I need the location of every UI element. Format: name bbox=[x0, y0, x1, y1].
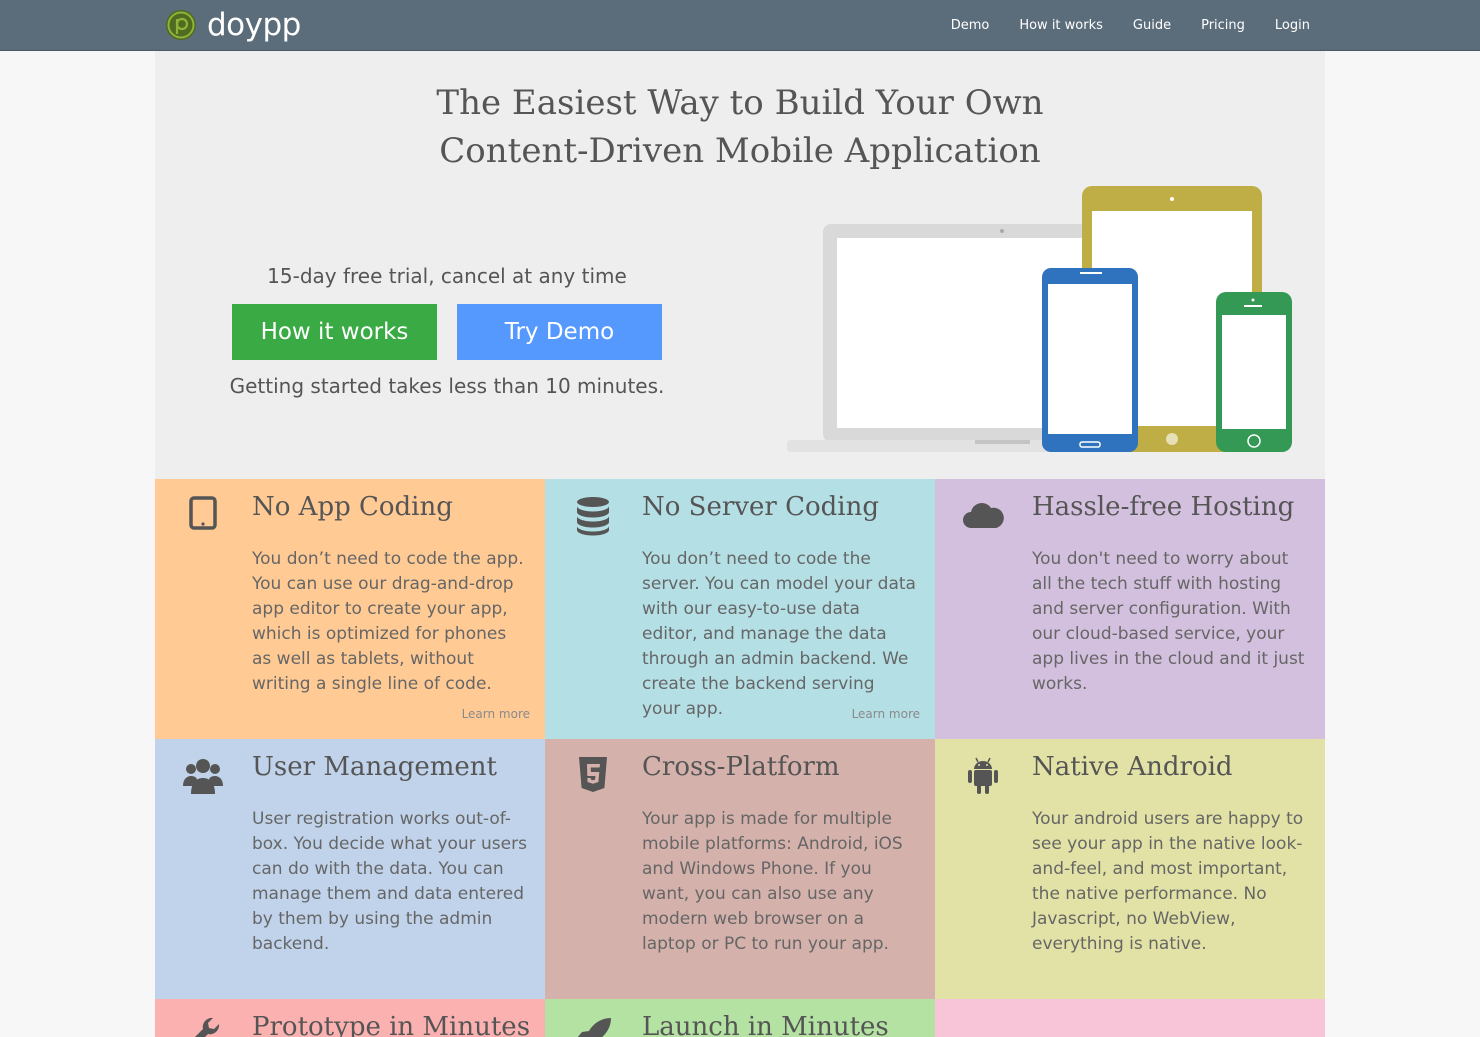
feature-title: Native Android bbox=[1032, 752, 1233, 782]
top-navbar: doypp Demo How it works Guide Pricing Lo… bbox=[0, 0, 1480, 51]
wrench-icon bbox=[195, 1017, 220, 1037]
hero-title-line-2: Content-Driven Mobile Application bbox=[439, 131, 1041, 171]
learn-more-link[interactable]: Learn more bbox=[462, 707, 530, 721]
feature-title: No Server Coding bbox=[642, 492, 879, 522]
green-phone-icon bbox=[1216, 292, 1292, 452]
how-it-works-button[interactable]: How it works bbox=[232, 304, 437, 360]
feature-description: Your android users are happy to see your… bbox=[1032, 809, 1304, 954]
doypp-logo-icon bbox=[166, 10, 196, 40]
users-icon bbox=[183, 759, 223, 794]
feature-tile-pink bbox=[935, 999, 1325, 1037]
feature-title: No App Coding bbox=[252, 492, 453, 522]
feature-prototype-in-minutes: Prototype in Minutes bbox=[155, 999, 545, 1037]
nav-how-it-works[interactable]: How it works bbox=[1019, 18, 1103, 33]
trial-text: 15-day free trial, cancel at any time bbox=[267, 264, 627, 288]
nav-menu: Demo How it works Guide Pricing Login bbox=[921, 0, 1310, 50]
getting-started-text: Getting started takes less than 10 minut… bbox=[229, 374, 665, 398]
feature-description: You don't need to worry about all the te… bbox=[1032, 549, 1305, 694]
feature-user-management: User Management User registration works … bbox=[155, 739, 545, 999]
devices-illustration bbox=[787, 186, 1292, 452]
rocket-icon bbox=[577, 1018, 611, 1037]
feature-description: Your app is made for multiple mobile pla… bbox=[642, 809, 903, 954]
html5-icon bbox=[579, 757, 607, 792]
feature-description: User registration works out-of-box. You … bbox=[252, 809, 527, 954]
try-demo-button[interactable]: Try Demo bbox=[457, 304, 662, 360]
brand-logo[interactable]: doypp bbox=[165, 8, 301, 42]
nav-pricing[interactable]: Pricing bbox=[1201, 18, 1245, 33]
feature-title: Hassle-free Hosting bbox=[1032, 492, 1295, 522]
feature-hassle-free-hosting: Hassle-free Hosting You don't need to wo… bbox=[935, 479, 1325, 739]
android-icon bbox=[968, 757, 998, 794]
feature-launch-in-minutes: Launch in Minutes bbox=[545, 999, 935, 1037]
main-container: The Easiest Way to Build Your Own Conten… bbox=[155, 51, 1325, 1037]
feature-title: Cross-Platform bbox=[642, 752, 840, 782]
brand-name: doypp bbox=[207, 7, 301, 43]
feature-title: Prototype in Minutes bbox=[252, 1012, 531, 1037]
feature-title: User Management bbox=[252, 752, 497, 782]
learn-more-link[interactable]: Learn more bbox=[852, 707, 920, 721]
hero-title-line-1: The Easiest Way to Build Your Own bbox=[436, 83, 1044, 123]
nav-login[interactable]: Login bbox=[1275, 18, 1310, 33]
nav-demo[interactable]: Demo bbox=[951, 18, 990, 33]
database-icon bbox=[577, 497, 609, 536]
feature-title: Launch in Minutes bbox=[642, 1012, 889, 1037]
feature-description: You don’t need to code the server. You c… bbox=[642, 549, 916, 719]
tablet-icon bbox=[189, 496, 217, 530]
feature-native-android: Native Android Your android users are ha… bbox=[935, 739, 1325, 999]
feature-cross-platform: Cross-Platform Your app is made for mult… bbox=[545, 739, 935, 999]
nav-guide[interactable]: Guide bbox=[1133, 18, 1171, 33]
hero-title: The Easiest Way to Build Your Own Conten… bbox=[155, 79, 1325, 175]
cloud-icon bbox=[963, 503, 1004, 528]
blue-phone-icon bbox=[1042, 268, 1138, 452]
feature-description: You don’t need to code the app. You can … bbox=[252, 549, 524, 694]
feature-no-app-coding: No App Coding You don’t need to code the… bbox=[155, 479, 545, 739]
feature-no-server-coding: No Server Coding You don’t need to code … bbox=[545, 479, 935, 739]
